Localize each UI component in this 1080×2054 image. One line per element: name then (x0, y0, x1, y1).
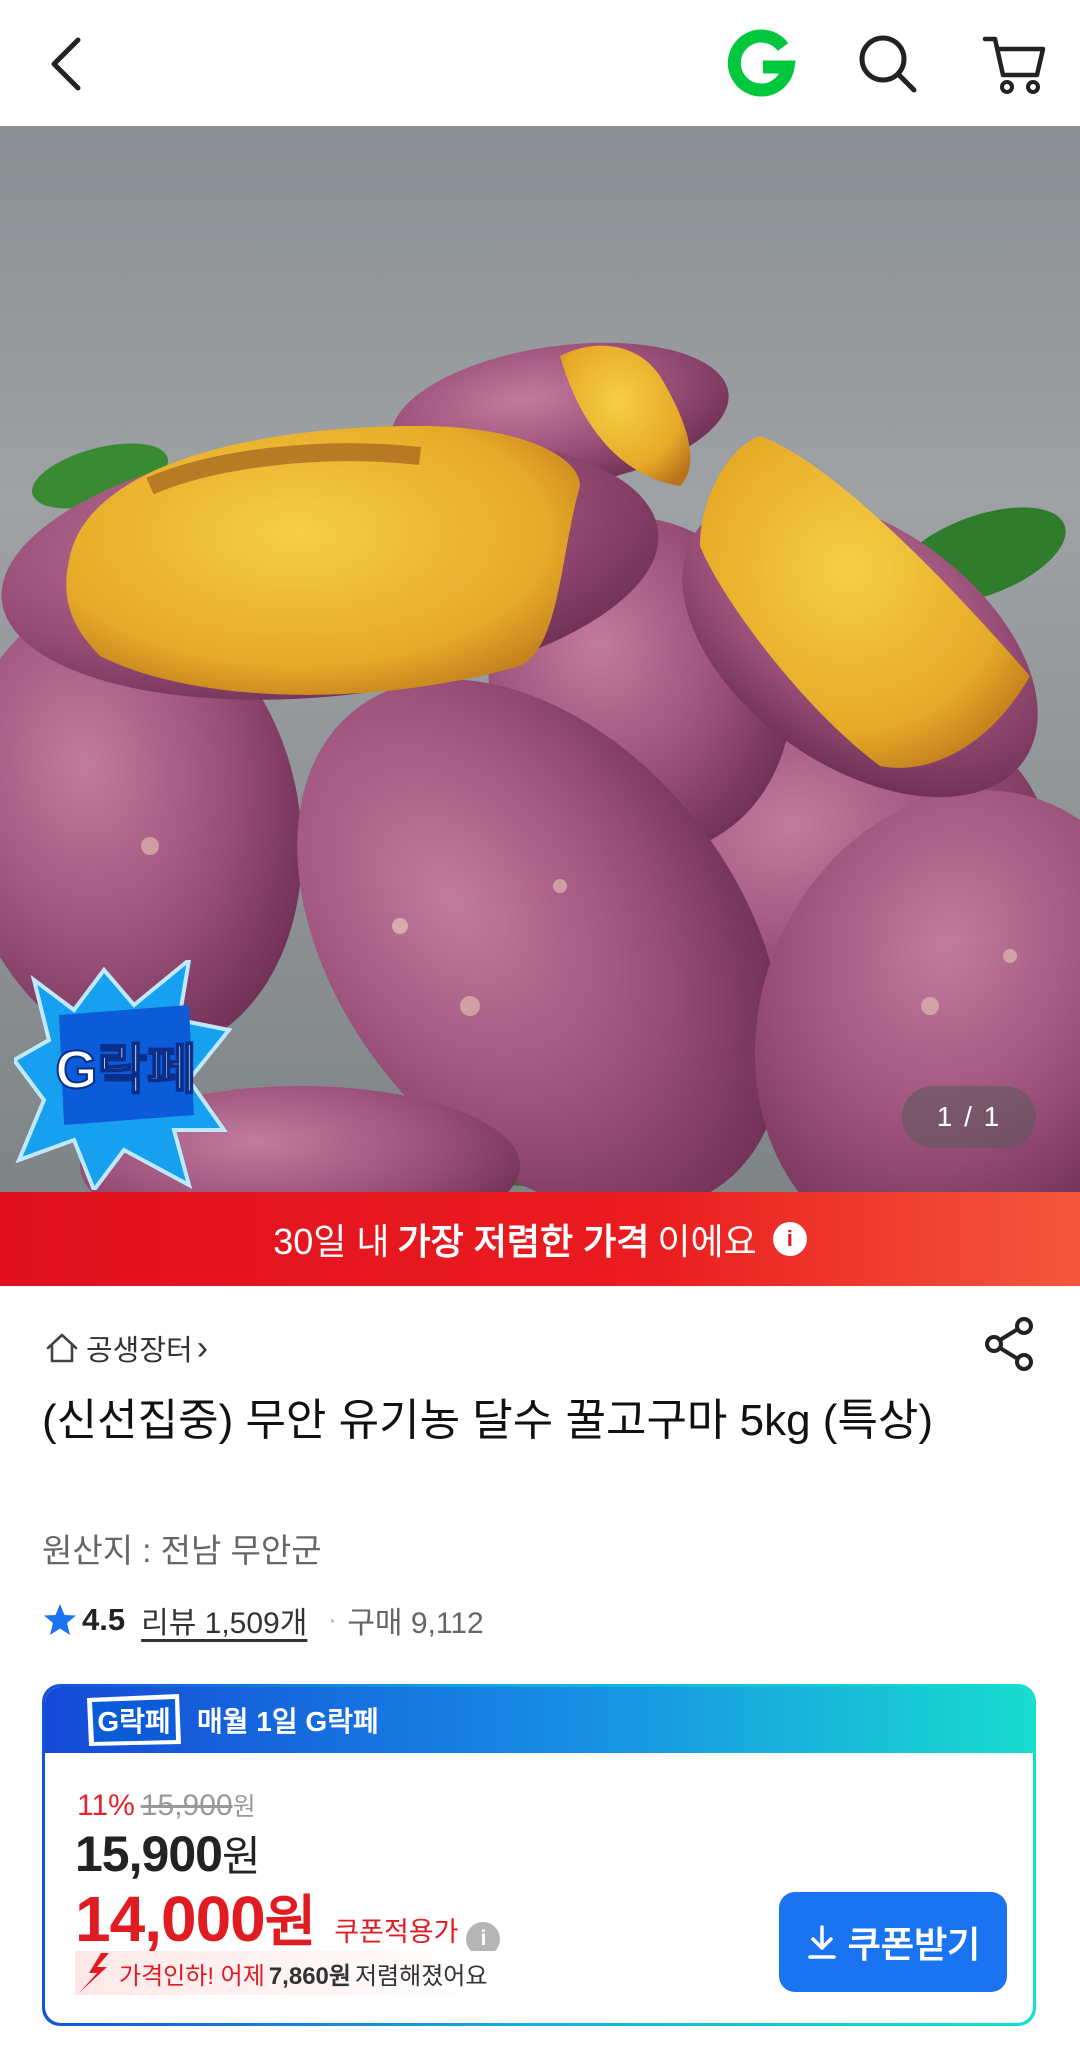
share-icon (985, 1317, 1033, 1371)
cart-button[interactable] (978, 28, 1050, 100)
product-origin: 원산지 : 전남 무안군 (42, 1532, 322, 1569)
svg-text:G락페: G락페 (97, 1706, 170, 1737)
price-card: G락페 매월 1일 G락페 11% 15,900 원 15,900원 14,00… (42, 1684, 1036, 2026)
search-button[interactable] (852, 28, 924, 100)
home-icon (46, 1333, 78, 1363)
coupon-price-label: 쿠폰적용가 (334, 1917, 459, 1947)
g-lakpe-badge-icon: G락페 (14, 960, 233, 1190)
get-coupon-button[interactable]: 쿠폰받기 (779, 1892, 1007, 1992)
g-lakpe-mini-badge-icon: G락페 (87, 1694, 181, 1746)
rating-value: 4.5 (82, 1602, 126, 1637)
sale-price: 15,900원 (75, 1823, 261, 1884)
original-price: 15,900 (140, 1789, 233, 1822)
chevron-left-icon (51, 37, 81, 91)
top-bar (0, 0, 1080, 126)
price-drop-amount: 7,860원 (268, 1962, 351, 1990)
coupon-price: 14,000 원 쿠폰적용가 i (75, 1877, 501, 1958)
info-icon[interactable]: i (772, 1222, 807, 1256)
original-price-unit: 원 (232, 1793, 256, 1821)
star-icon (44, 1604, 76, 1635)
banner-suffix: 이에요 (657, 1221, 757, 1262)
image-counter: 1 / 1 (902, 1086, 1036, 1148)
purchase-count: 구매 9,112 (347, 1607, 484, 1640)
gmarket-home-button[interactable] (726, 28, 798, 100)
store-link[interactable]: 공생장터 › (44, 1328, 208, 1368)
price-down-arrow-icon (79, 1953, 109, 1993)
cart-icon (982, 36, 1046, 94)
banner-highlight: 가장 저렴한 가격 (397, 1221, 650, 1262)
price-drop-lead: 가격인하! 어제 (119, 1962, 265, 1990)
coupon-price-value: 14,000 (75, 1883, 266, 1955)
lowest-price-banner[interactable]: 30일 내 가장 저렴한 가격 이에요 i (0, 1192, 1080, 1286)
discount-rate: 11% (77, 1789, 135, 1822)
price-card-title: 매월 1일 G락페 (197, 1706, 379, 1737)
discount-row: 11% 15,900 원 (77, 1787, 256, 1823)
separator: · (327, 1603, 338, 1636)
download-icon (808, 1925, 836, 1959)
product-image-carousel[interactable]: G락페 1 / 1 (0, 126, 1080, 1192)
store-name: 공생장터 (86, 1335, 193, 1367)
get-coupon-label: 쿠폰받기 (847, 1924, 981, 1965)
back-button[interactable] (30, 28, 102, 100)
price-drop-tail: 저렴해졌어요 (354, 1962, 488, 1990)
price-card-header: G락페 매월 1일 G락페 (45, 1687, 1033, 1753)
product-stats: 4.5 리뷰 1,509개 · 구매 9,112 (42, 1598, 484, 1642)
share-button[interactable] (980, 1314, 1040, 1374)
review-count-link[interactable]: 리뷰 1,509개 (141, 1598, 307, 1642)
chevron-right-icon: › (196, 1329, 209, 1367)
sale-price-value: 15,900 (75, 1826, 223, 1882)
search-icon (859, 35, 917, 93)
banner-prefix: 30일 내 (273, 1221, 390, 1262)
coupon-price-unit: 원 (264, 1890, 317, 1953)
product-title: (신선집중) 무안 유기농 달수 꿀고구마 5kg (특상) (42, 1396, 934, 1445)
gmarket-logo-icon (727, 29, 796, 97)
svg-text:G락페: G락페 (55, 1040, 196, 1100)
sale-price-unit: 원 (221, 1833, 261, 1880)
price-drop-note: 가격인하! 어제 7,860원 저렴해졌어요 (75, 1951, 502, 1995)
